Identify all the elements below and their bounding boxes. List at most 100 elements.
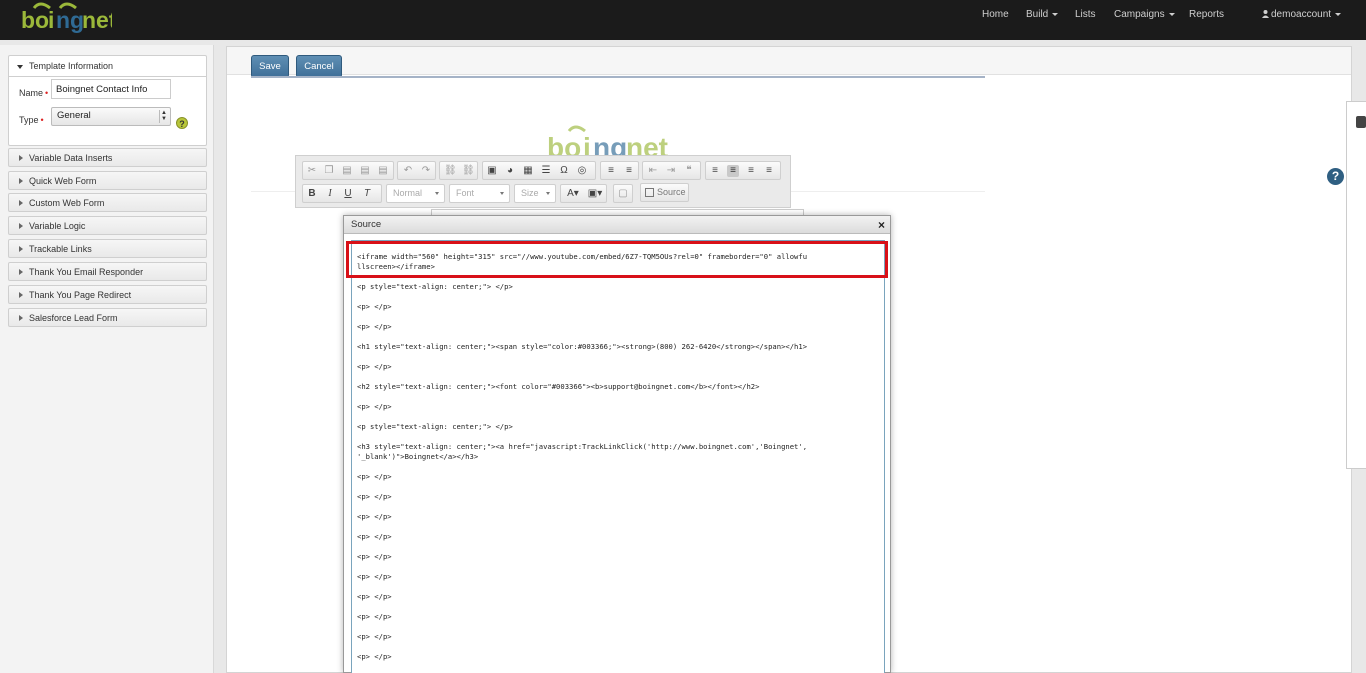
bold-icon[interactable]: B xyxy=(306,188,318,200)
highlight-annotation xyxy=(346,241,888,278)
clipboard-group: ✂ ❐ ▤ ▤ ▤ xyxy=(302,161,394,180)
horizontal-rule-icon[interactable]: ☰ xyxy=(540,165,552,177)
caret-right-icon xyxy=(19,246,23,252)
code-line: '_blank')">Boingnet</a></h3> xyxy=(357,452,479,461)
nav-lists[interactable]: Lists xyxy=(1075,0,1096,30)
caret-right-icon xyxy=(19,315,23,321)
sidebar-item-thank-you-email-responder[interactable]: Thank You Email Responder xyxy=(8,262,207,281)
svg-text:net: net xyxy=(82,7,112,33)
sidebar-item-trackable-links[interactable]: Trackable Links xyxy=(8,239,207,258)
cancel-button[interactable]: Cancel xyxy=(296,55,342,78)
font-select[interactable]: Font xyxy=(449,184,510,203)
code-line: <p style="text-align: center;"> </p> xyxy=(357,282,513,291)
close-icon[interactable]: × xyxy=(878,216,885,234)
align-right-icon[interactable]: ≡ xyxy=(745,165,757,177)
undo-icon[interactable]: ↶ xyxy=(402,165,414,177)
code-line: <p> </p> xyxy=(357,492,392,501)
caret-right-icon xyxy=(19,155,23,161)
sidebar-item-variable-data-inserts[interactable]: Variable Data Inserts xyxy=(8,148,207,167)
source-dialog-header: Source × xyxy=(344,216,890,234)
blockquote-icon[interactable]: ❝ xyxy=(683,165,695,177)
maximize-group: ▢ xyxy=(613,184,633,203)
italic-icon[interactable]: I xyxy=(324,188,336,200)
sidebar-item-label: Quick Web Form xyxy=(29,176,97,186)
table-icon[interactable]: ▦ xyxy=(522,165,534,177)
code-line: <p> </p> xyxy=(357,552,392,561)
code-line: <p> </p> xyxy=(357,532,392,541)
sidebar-item-variable-logic[interactable]: Variable Logic xyxy=(8,216,207,235)
caret-right-icon xyxy=(19,178,23,184)
redo-icon[interactable]: ↷ xyxy=(420,165,432,177)
code-line: <p> </p> xyxy=(357,472,392,481)
sidebar-item-custom-web-form[interactable]: Custom Web Form xyxy=(8,193,207,212)
help-icon[interactable]: ? xyxy=(176,117,188,129)
nav-home[interactable]: Home xyxy=(982,0,1009,30)
type-label-text: Type xyxy=(19,115,39,125)
iframe-icon[interactable]: ◎ xyxy=(576,165,588,177)
nav-build-label: Build xyxy=(1026,9,1049,20)
link-icon[interactable]: ⛓ xyxy=(444,165,457,177)
code-line: <p> </p> xyxy=(357,632,392,641)
help-icon[interactable]: ? xyxy=(1327,168,1344,185)
sidebar-item-thank-you-page-redirect[interactable]: Thank You Page Redirect xyxy=(8,285,207,304)
code-line: <p> </p> xyxy=(357,612,392,621)
unlink-icon[interactable]: ⛓ xyxy=(462,165,475,177)
align-left-icon[interactable]: ≡ xyxy=(709,165,721,177)
paste-icon[interactable]: ▤ xyxy=(341,165,353,177)
source-code-textarea[interactable]: <iframe width="560" height="315" src="//… xyxy=(351,240,885,673)
add-block-icon[interactable] xyxy=(1356,116,1366,128)
nav-build[interactable]: Build xyxy=(1026,0,1059,30)
nav-campaigns-label: Campaigns xyxy=(1114,9,1165,20)
format-select[interactable]: Normal xyxy=(386,184,445,203)
paste-text-icon[interactable]: ▤ xyxy=(359,165,371,177)
code-line: <p> </p> xyxy=(357,322,392,331)
template-information-header[interactable]: Template Information xyxy=(9,56,206,77)
paste-word-icon[interactable]: ▤ xyxy=(377,165,389,177)
type-label: Type • xyxy=(19,115,44,125)
nav-campaigns[interactable]: Campaigns xyxy=(1114,0,1175,30)
list-group: ≡ ≡ xyxy=(600,161,639,180)
bulleted-list-icon[interactable]: ≡ xyxy=(623,165,635,177)
nav-reports[interactable]: Reports xyxy=(1189,0,1224,30)
source-button[interactable]: Source xyxy=(640,183,689,202)
size-select[interactable]: Size xyxy=(514,184,556,203)
nav-reports-label: Reports xyxy=(1189,9,1225,20)
template-type-select[interactable]: General ▲ ▼ xyxy=(51,107,171,126)
flash-icon[interactable]: ◕ xyxy=(504,165,516,177)
bg-color-icon[interactable]: ▣▾ xyxy=(586,188,604,200)
indent-icon[interactable]: ⇥ xyxy=(665,165,677,177)
format-select-value: Normal xyxy=(393,188,423,198)
action-toolbar xyxy=(227,47,1351,75)
code-line: <p> </p> xyxy=(357,302,392,311)
caret-right-icon xyxy=(19,200,23,206)
nav-user-menu[interactable]: demoaccount xyxy=(1262,0,1342,30)
boingnet-logo[interactable]: bo i ng net xyxy=(20,2,112,36)
align-center-icon[interactable]: ≡ xyxy=(727,165,739,177)
chevron-down-icon xyxy=(500,192,504,195)
align-justify-icon[interactable]: ≡ xyxy=(763,165,775,177)
cut-icon[interactable]: ✂ xyxy=(306,165,318,177)
text-color-icon[interactable]: A▾ xyxy=(564,188,582,200)
align-group: ≡ ≡ ≡ ≡ xyxy=(705,161,781,180)
maximize-icon[interactable]: ▢ xyxy=(617,188,629,200)
template-information-panel: Template Information Name• Type• General… xyxy=(8,55,207,146)
underline-icon[interactable]: U xyxy=(342,188,354,200)
code-line: <h2 style="text-align: center;"><font co… xyxy=(357,382,760,391)
template-name-input[interactable] xyxy=(51,79,171,99)
remove-format-icon[interactable]: T xyxy=(361,188,373,200)
special-char-icon[interactable]: Ω xyxy=(558,165,570,177)
copy-icon[interactable]: ❐ xyxy=(323,165,335,177)
undo-group: ↶ ↷ xyxy=(397,161,436,180)
sidebar-item-label: Trackable Links xyxy=(29,244,92,254)
save-button[interactable]: Save xyxy=(251,55,289,78)
code-line: <h3 style="text-align: center;"><a href=… xyxy=(357,442,808,451)
outdent-icon[interactable]: ⇤ xyxy=(647,165,659,177)
left-sidebar: Template Information Name• Type• General… xyxy=(0,45,214,673)
sidebar-item-salesforce-lead-form[interactable]: Salesforce Lead Form xyxy=(8,308,207,327)
numbered-list-icon[interactable]: ≡ xyxy=(605,165,617,177)
svg-text:bo: bo xyxy=(21,7,49,33)
image-icon[interactable]: ▣ xyxy=(486,165,498,177)
sidebar-item-label: Salesforce Lead Form xyxy=(29,313,118,323)
chevron-down-icon xyxy=(1335,12,1342,16)
sidebar-item-quick-web-form[interactable]: Quick Web Form xyxy=(8,171,207,190)
